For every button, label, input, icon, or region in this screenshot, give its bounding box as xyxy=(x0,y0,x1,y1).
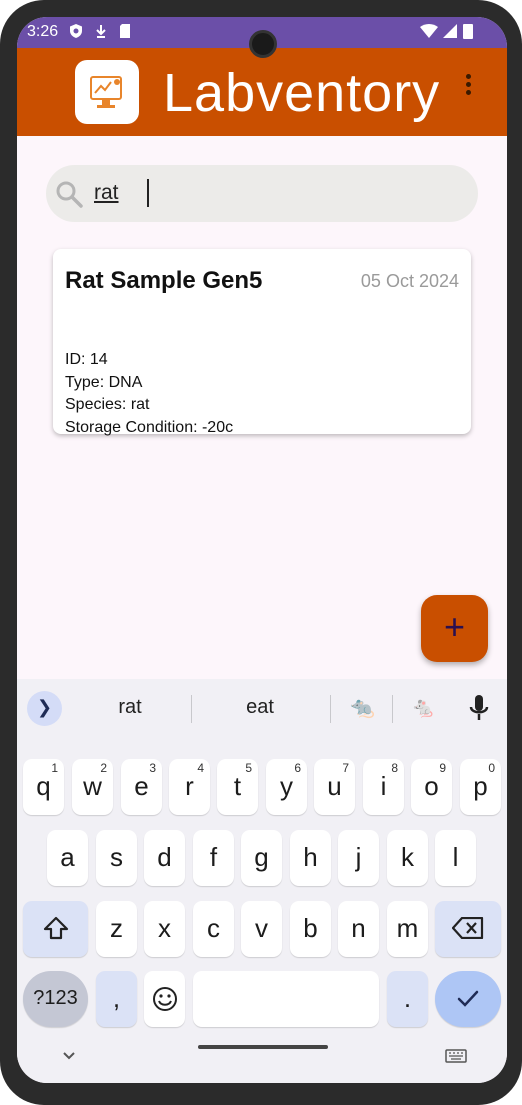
key-g[interactable]: g xyxy=(241,830,282,886)
key-h[interactable]: h xyxy=(290,830,331,886)
key-number: 1 xyxy=(51,761,58,775)
key-a[interactable]: a xyxy=(47,830,88,886)
key-l[interactable]: l xyxy=(435,830,476,886)
key-label: u xyxy=(327,771,342,801)
key-number: 9 xyxy=(439,761,446,775)
smiley-icon xyxy=(152,987,177,1011)
key-j[interactable]: j xyxy=(338,830,379,886)
backspace-icon xyxy=(451,916,484,940)
sample-title: Rat Sample Gen5 xyxy=(65,267,263,294)
key-k[interactable]: k xyxy=(387,830,428,886)
key-z[interactable]: z xyxy=(96,901,137,957)
suggestion-strip: ❯ rat eat 🐀 🐁 xyxy=(17,679,507,733)
key-label: t xyxy=(233,771,242,801)
key-i[interactable]: i8 xyxy=(363,759,404,815)
backspace-key[interactable] xyxy=(435,901,501,957)
key-number: 7 xyxy=(342,761,349,775)
key-b[interactable]: b xyxy=(290,901,331,957)
key-d[interactable]: d xyxy=(144,830,185,886)
computer-lab-icon xyxy=(90,76,122,108)
key-number: 5 xyxy=(245,761,252,775)
key-label: o xyxy=(424,771,439,801)
key-label: w xyxy=(83,771,102,801)
download-icon xyxy=(96,25,106,38)
sample-card[interactable]: Rat Sample Gen5 05 Oct 2024 ID: 14 Type:… xyxy=(53,249,471,436)
key-number: 8 xyxy=(391,761,398,775)
key-o[interactable]: o9 xyxy=(411,759,452,815)
checkmark-icon xyxy=(457,990,479,1007)
suggestion-divider xyxy=(191,695,192,723)
symbols-key[interactable]: ?123 xyxy=(23,971,88,1027)
key-label: p xyxy=(473,771,488,801)
key-u[interactable]: u7 xyxy=(314,759,355,815)
key-e[interactable]: e3 xyxy=(121,759,162,815)
sample-date: 05 Oct 2024 xyxy=(360,271,459,291)
key-n[interactable]: n xyxy=(338,901,379,957)
key-p[interactable]: p0 xyxy=(460,759,501,815)
sample-storage: Storage Condition: -20c xyxy=(65,419,234,436)
mouse-emoji-icon[interactable]: 🐁 xyxy=(411,695,436,720)
key-number: 6 xyxy=(294,761,301,775)
sd-card-icon xyxy=(120,24,130,38)
app-logo xyxy=(75,60,139,124)
suggestion-divider xyxy=(330,695,331,723)
shift-key[interactable] xyxy=(23,901,88,957)
key-number: 2 xyxy=(100,761,107,775)
keyboard-switch-icon[interactable] xyxy=(445,1049,467,1063)
key-label: e xyxy=(134,771,149,801)
shield-icon xyxy=(70,24,82,38)
enter-key[interactable] xyxy=(435,971,501,1027)
suggestion-item[interactable]: eat xyxy=(217,696,303,719)
battery-icon xyxy=(463,24,473,39)
key-c[interactable]: c xyxy=(193,901,234,957)
rat-emoji-icon[interactable]: 🐀 xyxy=(350,695,375,720)
key-f[interactable]: f xyxy=(193,830,234,886)
key-v[interactable]: v xyxy=(241,901,282,957)
search-bar[interactable] xyxy=(46,165,478,222)
suggestion-item[interactable]: rat xyxy=(87,696,173,719)
key-s[interactable]: s xyxy=(96,830,137,886)
app-screen: 3:26 Labventory rat Rat Sample Gen5 05 O… xyxy=(17,17,507,1083)
key-r[interactable]: r4 xyxy=(169,759,210,815)
app-title: Labventory xyxy=(163,63,441,123)
key-number: 0 xyxy=(488,761,495,775)
signal-icon xyxy=(443,24,457,38)
key-q[interactable]: q1 xyxy=(23,759,64,815)
status-time: 3:26 xyxy=(27,23,59,40)
hide-keyboard-icon[interactable] xyxy=(61,1049,77,1063)
on-screen-keyboard: ❯ rat eat 🐀 🐁 q1 w2 e3 r4 t5 y6 u7 i8 o9… xyxy=(17,679,507,1083)
suggestion-divider xyxy=(392,695,393,723)
microphone-icon[interactable] xyxy=(469,694,489,722)
period-key[interactable]: . xyxy=(387,971,428,1027)
app-bar: Labventory xyxy=(17,48,507,136)
key-t[interactable]: t5 xyxy=(217,759,258,815)
space-key[interactable] xyxy=(193,971,379,1027)
key-w[interactable]: w2 xyxy=(72,759,113,815)
key-y[interactable]: y6 xyxy=(266,759,307,815)
add-sample-button[interactable]: + xyxy=(421,595,488,662)
search-icon xyxy=(56,181,83,208)
key-number: 4 xyxy=(197,761,204,775)
key-m[interactable]: m xyxy=(387,901,428,957)
key-label: y xyxy=(280,771,293,801)
sample-type: Type: DNA xyxy=(65,374,143,391)
shift-icon xyxy=(43,916,68,940)
sample-id: ID: 14 xyxy=(65,351,108,368)
home-indicator[interactable] xyxy=(198,1045,328,1049)
comma-key[interactable]: , xyxy=(96,971,137,1027)
overflow-menu-icon[interactable] xyxy=(463,74,473,98)
emoji-key[interactable] xyxy=(144,971,185,1027)
key-label: q xyxy=(36,771,51,801)
key-label: i xyxy=(380,771,387,801)
sample-species: Species: rat xyxy=(65,396,150,413)
key-number: 3 xyxy=(149,761,156,775)
expand-toolbar-icon[interactable]: ❯ xyxy=(27,691,62,726)
wifi-icon xyxy=(420,24,438,38)
front-camera xyxy=(249,30,277,58)
text-cursor xyxy=(147,179,149,207)
key-x[interactable]: x xyxy=(144,901,185,957)
key-label: r xyxy=(185,771,194,801)
